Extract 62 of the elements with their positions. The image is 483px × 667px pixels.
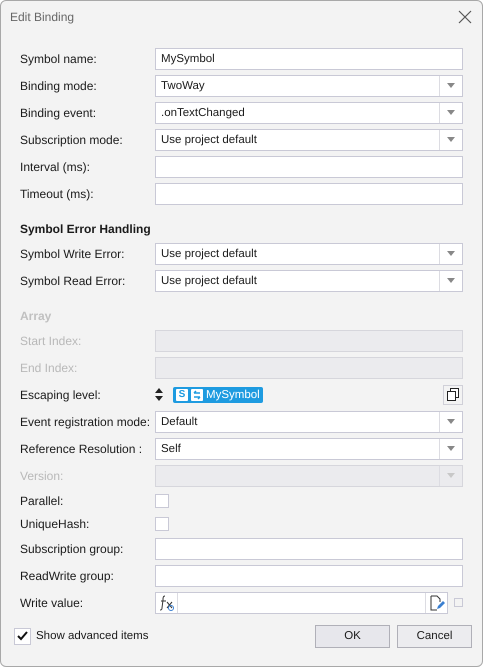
- dropdown-arrow-icon: [447, 251, 455, 256]
- text-field[interactable]: [155, 156, 463, 178]
- dropdown-arrow-icon: [447, 83, 455, 88]
- dropdown-arrow-icon: [447, 419, 455, 424]
- checkmark-icon: [17, 631, 28, 641]
- field-label: Timeout (ms):: [20, 186, 95, 200]
- dropdown-arrow-icon: [447, 473, 455, 478]
- field-label: Reference Resolution :: [20, 442, 144, 456]
- document-pencil-icon: [428, 594, 445, 610]
- text-field[interactable]: [155, 564, 463, 586]
- swap-arrows-icon: [191, 388, 203, 400]
- field-label: ReadWrite group:: [20, 568, 115, 582]
- section-heading: Symbol Error Handling: [20, 220, 151, 236]
- field-label: Interval (ms):: [20, 160, 92, 174]
- field-label: Symbol name:: [20, 52, 98, 66]
- text-field[interactable]: [155, 538, 463, 560]
- dropdown-arrow-icon: [447, 137, 455, 142]
- checkbox[interactable]: [155, 516, 169, 530]
- field-label: Subscription group:: [20, 542, 124, 556]
- small-checkbox[interactable]: [454, 598, 463, 607]
- checkbox[interactable]: [155, 494, 169, 508]
- field-label: Binding event:: [20, 106, 98, 120]
- dropdown-arrow-icon: [447, 278, 455, 283]
- dropdown[interactable]: TwoWay: [155, 74, 463, 96]
- field-label: Escaping level:: [20, 388, 102, 402]
- field-label: End Index:: [20, 360, 78, 374]
- text-field[interactable]: [155, 182, 463, 204]
- field-label: Symbol Write Error:: [20, 246, 126, 260]
- dialog-button[interactable]: OK: [315, 624, 390, 648]
- window-title: Edit Binding: [10, 10, 74, 24]
- checkbox[interactable]: [14, 628, 31, 644]
- field-label: Subscription mode:: [20, 132, 124, 146]
- field-label: Event registration mode:: [20, 414, 152, 428]
- field-label: UniqueHash:: [20, 516, 90, 530]
- show-advanced-checkbox[interactable]: Show advanced items: [14, 628, 149, 644]
- symbol-tag: S MySymbol: [173, 386, 263, 402]
- dropdown[interactable]: Use project default: [155, 270, 463, 292]
- field-label: Binding mode:: [20, 78, 98, 92]
- copy-icon: [447, 388, 459, 401]
- dropdown[interactable]: Self: [155, 438, 463, 460]
- dropdown-arrow-icon: [447, 446, 455, 451]
- field-label: Version:: [20, 468, 64, 482]
- formula-field[interactable]: [155, 592, 448, 614]
- field-label: Write value:: [20, 596, 84, 610]
- dropdown[interactable]: Default: [155, 410, 463, 432]
- dialog-button[interactable]: Cancel: [397, 624, 472, 648]
- dropdown[interactable]: Use project default: [155, 242, 463, 264]
- field-label: Parallel:: [20, 494, 64, 508]
- dropdown[interactable]: Use project default: [155, 128, 463, 150]
- field-label: Symbol Read Error:: [20, 274, 126, 288]
- dropdown[interactable]: [155, 464, 463, 486]
- up-down-arrows-icon[interactable]: [155, 388, 163, 401]
- close-button[interactable]: [458, 10, 472, 24]
- dropdown[interactable]: .onTextChanged: [155, 102, 463, 124]
- text-field[interactable]: MySymbol: [155, 48, 463, 70]
- close-icon: [458, 10, 472, 24]
- field-label: Start Index:: [20, 334, 82, 348]
- checkbox-label: Show advanced items: [36, 630, 149, 642]
- function-icon: [158, 594, 174, 610]
- dropdown-arrow-icon: [447, 110, 455, 115]
- copy-button[interactable]: [443, 384, 463, 404]
- edit-button[interactable]: [425, 592, 448, 612]
